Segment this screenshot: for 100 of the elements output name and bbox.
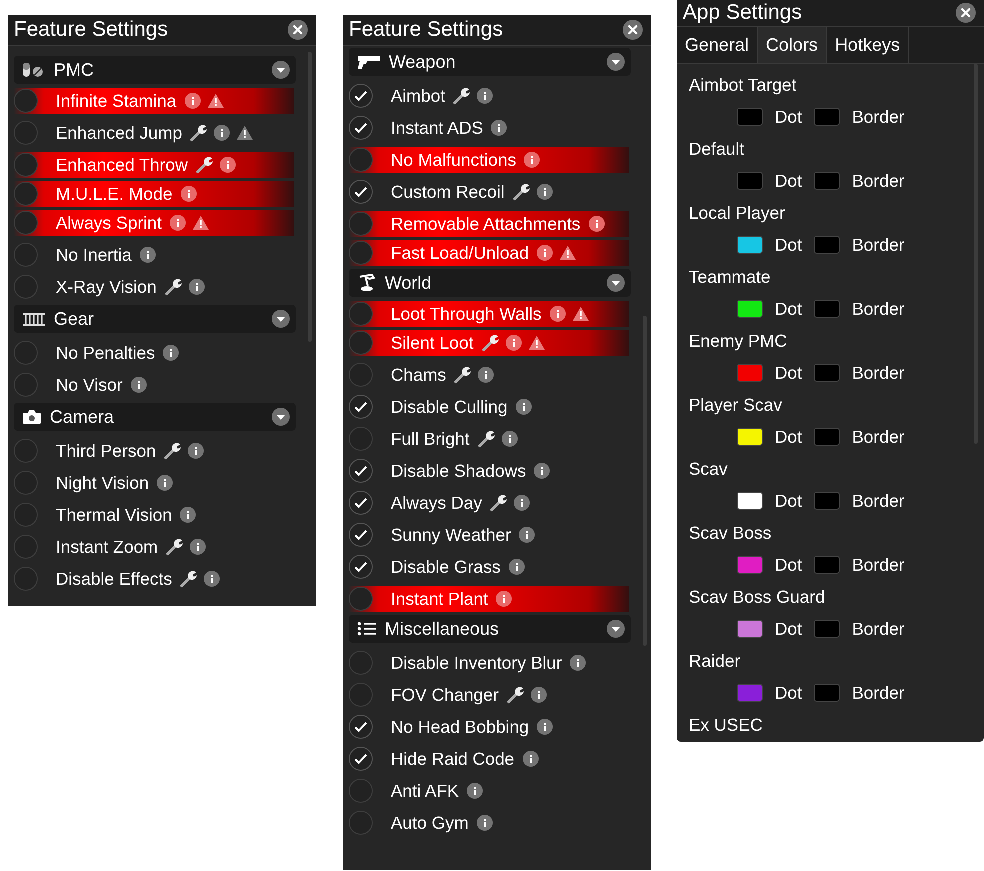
- wrench-icon[interactable]: [506, 686, 525, 704]
- checkbox[interactable]: [349, 651, 373, 675]
- checkbox[interactable]: [349, 715, 373, 739]
- info-icon[interactable]: [477, 88, 494, 104]
- info-icon[interactable]: [467, 783, 484, 799]
- info-icon[interactable]: [220, 157, 236, 173]
- color-swatch[interactable]: [737, 684, 763, 702]
- checkbox[interactable]: [349, 395, 373, 419]
- section-header[interactable]: PMC: [14, 56, 296, 84]
- info-icon[interactable]: [140, 247, 156, 263]
- info-icon[interactable]: [190, 539, 206, 555]
- checkbox[interactable]: [14, 182, 38, 206]
- color-swatch[interactable]: [814, 492, 840, 510]
- wrench-icon[interactable]: [453, 87, 472, 105]
- wrench-icon[interactable]: [190, 124, 208, 142]
- checkbox[interactable]: [349, 811, 373, 835]
- checkbox[interactable]: [14, 211, 38, 235]
- color-swatch[interactable]: [814, 620, 840, 638]
- wrench-icon[interactable]: [180, 570, 198, 588]
- color-swatch[interactable]: [737, 620, 763, 638]
- wrench-icon[interactable]: [164, 278, 183, 296]
- info-icon[interactable]: [588, 216, 605, 232]
- wrench-icon[interactable]: [164, 442, 182, 460]
- checkbox[interactable]: [349, 747, 373, 771]
- checkbox[interactable]: [349, 683, 373, 707]
- checkbox[interactable]: [349, 523, 373, 547]
- info-icon[interactable]: [163, 345, 180, 361]
- color-swatch[interactable]: [814, 428, 840, 446]
- color-swatch[interactable]: [814, 684, 840, 702]
- checkbox[interactable]: [349, 302, 373, 326]
- checkbox[interactable]: [14, 535, 38, 559]
- checkbox[interactable]: [14, 471, 38, 495]
- info-icon[interactable]: [530, 687, 547, 703]
- wrench-icon[interactable]: [512, 183, 531, 201]
- info-icon[interactable]: [516, 399, 532, 415]
- section-header[interactable]: Weapon: [349, 48, 631, 76]
- info-icon[interactable]: [514, 495, 530, 511]
- info-icon[interactable]: [537, 245, 554, 261]
- color-swatch[interactable]: [737, 172, 763, 190]
- info-icon[interactable]: [502, 431, 518, 447]
- info-icon[interactable]: [550, 306, 566, 322]
- color-swatch[interactable]: [737, 236, 763, 254]
- checkbox[interactable]: [349, 587, 373, 611]
- checkbox[interactable]: [349, 427, 373, 451]
- info-icon[interactable]: [570, 655, 586, 671]
- color-swatch[interactable]: [737, 492, 763, 510]
- info-icon[interactable]: [508, 559, 525, 575]
- checkbox[interactable]: [349, 555, 373, 579]
- info-icon[interactable]: [537, 719, 554, 735]
- checkbox[interactable]: [349, 84, 373, 108]
- checkbox[interactable]: [14, 275, 38, 299]
- checkbox[interactable]: [14, 89, 38, 113]
- checkbox[interactable]: [349, 116, 373, 140]
- info-icon[interactable]: [522, 751, 539, 767]
- color-swatch[interactable]: [814, 556, 840, 574]
- section-header[interactable]: Miscellaneous: [349, 615, 631, 643]
- info-icon[interactable]: [478, 367, 494, 383]
- color-swatch[interactable]: [737, 300, 763, 318]
- checkbox[interactable]: [349, 180, 373, 204]
- tab[interactable]: Colors: [758, 27, 828, 63]
- color-swatch[interactable]: [814, 300, 840, 318]
- checkbox[interactable]: [349, 459, 373, 483]
- color-swatch[interactable]: [814, 236, 840, 254]
- info-icon[interactable]: [188, 443, 204, 459]
- checkbox[interactable]: [14, 567, 38, 591]
- checkbox[interactable]: [349, 212, 373, 236]
- info-icon[interactable]: [130, 377, 147, 393]
- section-header[interactable]: Gear: [14, 305, 296, 333]
- checkbox[interactable]: [349, 148, 373, 172]
- info-icon[interactable]: [519, 527, 536, 543]
- checkbox[interactable]: [349, 241, 373, 265]
- info-icon[interactable]: [214, 125, 230, 141]
- checkbox[interactable]: [14, 503, 38, 527]
- checkbox[interactable]: [14, 341, 38, 365]
- color-swatch[interactable]: [737, 428, 763, 446]
- color-swatch[interactable]: [814, 364, 840, 382]
- wrench-icon[interactable]: [166, 538, 184, 556]
- checkbox[interactable]: [349, 331, 373, 355]
- section-header[interactable]: Camera: [14, 403, 296, 431]
- color-swatch[interactable]: [737, 364, 763, 382]
- info-icon[interactable]: [534, 463, 550, 479]
- info-icon[interactable]: [536, 184, 553, 200]
- color-swatch[interactable]: [814, 108, 840, 126]
- color-swatch[interactable]: [814, 172, 840, 190]
- wrench-icon[interactable]: [490, 494, 508, 512]
- close-button[interactable]: [623, 20, 643, 40]
- info-icon[interactable]: [180, 507, 196, 523]
- info-icon[interactable]: [204, 571, 220, 587]
- checkbox[interactable]: [14, 121, 38, 145]
- section-header[interactable]: World: [349, 269, 631, 297]
- info-icon[interactable]: [157, 475, 174, 491]
- checkbox[interactable]: [349, 779, 373, 803]
- checkbox[interactable]: [349, 491, 373, 515]
- info-icon[interactable]: [476, 815, 493, 831]
- checkbox[interactable]: [14, 439, 38, 463]
- checkbox[interactable]: [14, 153, 38, 177]
- wrench-icon[interactable]: [454, 366, 472, 384]
- close-button[interactable]: [956, 3, 976, 23]
- wrench-icon[interactable]: [478, 430, 496, 448]
- color-swatch[interactable]: [737, 108, 763, 126]
